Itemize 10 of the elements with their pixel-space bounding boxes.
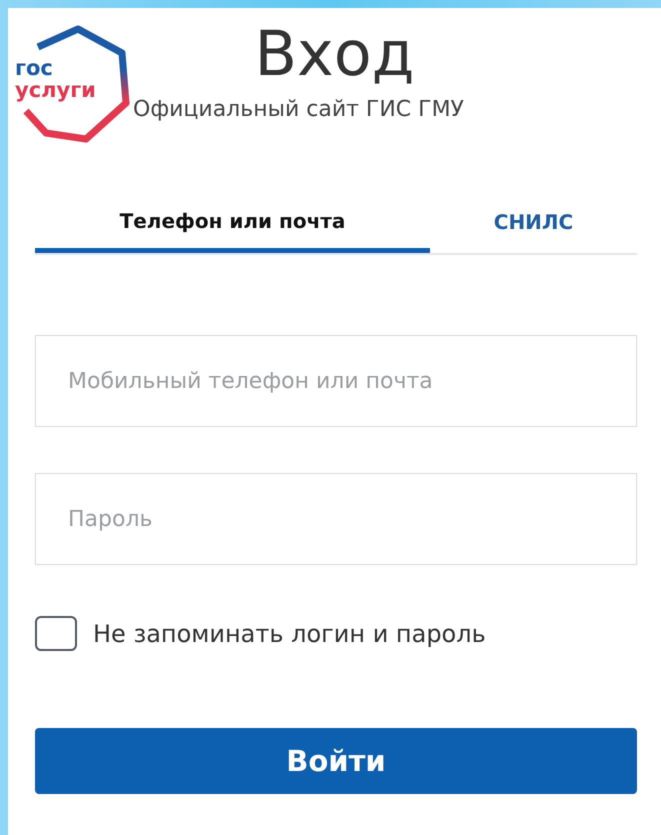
tab[interactable]: СНИЛС	[430, 191, 637, 253]
logo: гос услуги	[12, 25, 130, 145]
login-button[interactable]: Войти	[35, 728, 637, 794]
login-field[interactable]: Мобильный телефон или почта	[35, 335, 637, 427]
password-field[interactable]: Пароль	[35, 473, 637, 565]
subtitle: Официальный сайт ГИС ГМУ	[133, 96, 464, 124]
tab[interactable]: Телефон или почта	[35, 191, 430, 253]
checkbox-label: Не запоминать логин и пароль	[93, 620, 486, 648]
checkbox[interactable]	[35, 616, 77, 651]
page-title: Вход	[254, 18, 415, 90]
